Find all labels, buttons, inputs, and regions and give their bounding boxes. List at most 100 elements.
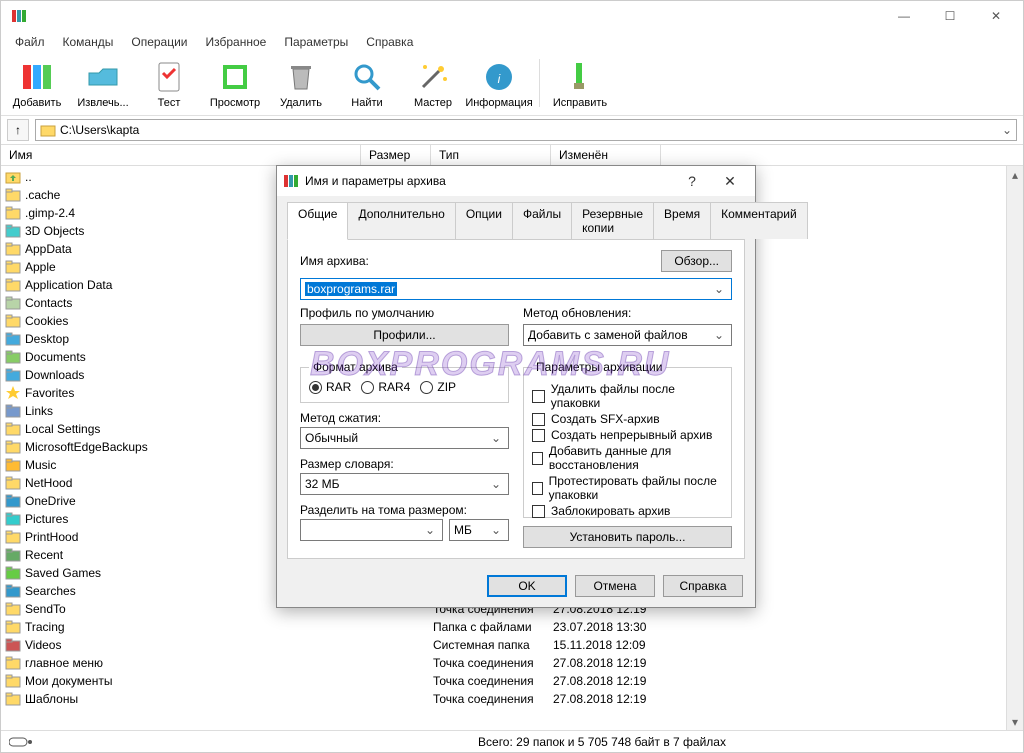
window-controls: — ☐ ✕ bbox=[881, 1, 1019, 31]
folder-icon bbox=[5, 493, 21, 509]
menu-help[interactable]: Справка bbox=[358, 33, 421, 51]
menu-commands[interactable]: Команды bbox=[55, 33, 122, 51]
up-button[interactable]: ↑ bbox=[7, 119, 29, 141]
tab-general[interactable]: Общие bbox=[287, 202, 348, 240]
archive-name-label: Имя архива: bbox=[300, 254, 369, 268]
folder-icon bbox=[5, 205, 21, 221]
chk-delete-after[interactable]: Удалить файлы после упаковки bbox=[532, 382, 723, 410]
tb-view[interactable]: Просмотр bbox=[205, 57, 265, 111]
profile-label: Профиль по умолчанию bbox=[300, 306, 434, 320]
minimize-button[interactable]: — bbox=[881, 1, 927, 31]
tb-info[interactable]: iИнформация bbox=[469, 57, 529, 111]
tab-options[interactable]: Опции bbox=[455, 202, 513, 239]
tb-extract[interactable]: Извлечь... bbox=[73, 57, 133, 111]
folder-icon bbox=[5, 511, 21, 527]
scroll-up-icon[interactable]: ▴ bbox=[1007, 166, 1023, 183]
tab-time[interactable]: Время bbox=[653, 202, 711, 239]
format-rar[interactable]: RAR bbox=[309, 380, 351, 394]
list-item[interactable]: главное менюТочка соединения27.08.2018 1… bbox=[1, 654, 1023, 672]
tab-files[interactable]: Файлы bbox=[512, 202, 572, 239]
folder-icon bbox=[5, 457, 21, 473]
tb-find[interactable]: Найти bbox=[337, 57, 397, 111]
toolbar: Добавить Извлечь... Тест Просмотр Удалит… bbox=[1, 53, 1023, 116]
menubar: Файл Команды Операции Избранное Параметр… bbox=[1, 31, 1023, 53]
chevron-down-icon: ⌄ bbox=[711, 328, 727, 342]
tb-test[interactable]: Тест bbox=[139, 57, 199, 111]
tab-backup[interactable]: Резервные копии bbox=[571, 202, 654, 239]
maximize-button[interactable]: ☐ bbox=[927, 1, 973, 31]
compress-combo[interactable]: Обычный ⌄ bbox=[300, 427, 509, 449]
tb-add[interactable]: Добавить bbox=[7, 57, 67, 111]
cancel-button[interactable]: Отмена bbox=[575, 575, 655, 597]
file-type: Точка соединения bbox=[433, 692, 553, 706]
folder-icon bbox=[5, 439, 21, 455]
menu-parameters[interactable]: Параметры bbox=[276, 33, 356, 51]
list-item[interactable]: Мои документыТочка соединения27.08.2018 … bbox=[1, 672, 1023, 690]
list-item[interactable]: TracingПапка с файлами23.07.2018 13:30 bbox=[1, 618, 1023, 636]
col-name[interactable]: Имя bbox=[1, 145, 361, 165]
help-button[interactable]: Справка bbox=[663, 575, 743, 597]
ok-button[interactable]: OK bbox=[487, 575, 567, 597]
split-unit-value: МБ bbox=[454, 523, 472, 537]
statusbar: Всего: 29 папок и 5 705 748 байт в 7 фай… bbox=[1, 730, 1023, 752]
format-fieldset: Формат архива RAR RAR4 ZIP bbox=[300, 360, 509, 403]
archive-name-dropdown-icon[interactable]: ⌄ bbox=[711, 282, 727, 296]
dialog-help-button[interactable]: ? bbox=[673, 167, 711, 195]
close-button[interactable]: ✕ bbox=[973, 1, 1019, 31]
split-size-combo[interactable]: ⌄ bbox=[300, 519, 443, 541]
file-name: главное меню bbox=[25, 656, 363, 670]
titlebar: — ☐ ✕ bbox=[1, 1, 1023, 31]
menu-operations[interactable]: Операции bbox=[123, 33, 195, 51]
folder-icon bbox=[5, 601, 21, 617]
folder-icon bbox=[5, 331, 21, 347]
dialog-title: Имя и параметры архива bbox=[305, 174, 446, 188]
col-type[interactable]: Тип bbox=[431, 145, 551, 165]
update-method-combo[interactable]: Добавить с заменой файлов ⌄ bbox=[523, 324, 732, 346]
status-icon bbox=[9, 736, 33, 748]
file-modified: 23.07.2018 13:30 bbox=[553, 620, 663, 634]
folder-icon bbox=[5, 619, 21, 635]
dialog-close-button[interactable]: ✕ bbox=[711, 167, 749, 195]
tb-delete[interactable]: Удалить bbox=[271, 57, 331, 111]
list-item[interactable]: ШаблоныТочка соединения27.08.2018 12:19 bbox=[1, 690, 1023, 708]
chk-lock[interactable]: Заблокировать архив bbox=[532, 504, 723, 518]
update-method-value: Добавить с заменой файлов bbox=[528, 328, 688, 342]
tb-repair[interactable]: Исправить bbox=[550, 57, 610, 111]
folder-icon bbox=[5, 475, 21, 491]
list-item[interactable]: VideosСистемная папка15.11.2018 12:09 bbox=[1, 636, 1023, 654]
status-left bbox=[9, 736, 189, 748]
browse-button[interactable]: Обзор... bbox=[661, 250, 732, 272]
format-rar4[interactable]: RAR4 bbox=[361, 380, 410, 394]
dict-combo[interactable]: 32 МБ ⌄ bbox=[300, 473, 509, 495]
scrollbar[interactable]: ▴ ▾ bbox=[1006, 166, 1023, 730]
archive-name-input[interactable]: boxprograms.rar bbox=[305, 282, 397, 296]
file-type: Папка с файлами bbox=[433, 620, 553, 634]
file-type: Системная папка bbox=[433, 638, 553, 652]
col-modified[interactable]: Изменён bbox=[551, 145, 661, 165]
app-icon bbox=[11, 8, 27, 24]
format-zip[interactable]: ZIP bbox=[420, 380, 456, 394]
scroll-down-icon[interactable]: ▾ bbox=[1007, 713, 1023, 730]
path-icon bbox=[40, 122, 56, 138]
split-unit-combo[interactable]: МБ ⌄ bbox=[449, 519, 509, 541]
tb-wizard[interactable]: Мастер bbox=[403, 57, 463, 111]
col-size[interactable]: Размер bbox=[361, 145, 431, 165]
path-combo[interactable]: C:\Users\kapta ⌄ bbox=[35, 119, 1017, 141]
folder-icon bbox=[5, 187, 21, 203]
path-dropdown-icon[interactable]: ⌄ bbox=[1002, 123, 1012, 137]
folder-icon bbox=[5, 673, 21, 689]
columns-header: Имя Размер Тип Изменён bbox=[1, 144, 1023, 166]
tab-comment[interactable]: Комментарий bbox=[710, 202, 808, 239]
arch-params-legend: Параметры архивации bbox=[532, 360, 666, 374]
set-password-button[interactable]: Установить пароль... bbox=[523, 526, 732, 548]
tab-panel-general: Имя архива: Обзор... boxprograms.rar ⌄ П… bbox=[287, 240, 745, 559]
format-legend: Формат архива bbox=[309, 360, 402, 374]
chk-recovery[interactable]: Добавить данные для восстановления bbox=[532, 444, 723, 472]
menu-file[interactable]: Файл bbox=[7, 33, 53, 51]
chk-sfx[interactable]: Создать SFX-архив bbox=[532, 412, 723, 426]
chk-test[interactable]: Протестировать файлы после упаковки bbox=[532, 474, 723, 502]
chk-solid[interactable]: Создать непрерывный архив bbox=[532, 428, 723, 442]
profiles-button[interactable]: Профили... bbox=[300, 324, 509, 346]
menu-favorites[interactable]: Избранное bbox=[198, 33, 275, 51]
tab-advanced[interactable]: Дополнительно bbox=[347, 202, 455, 239]
